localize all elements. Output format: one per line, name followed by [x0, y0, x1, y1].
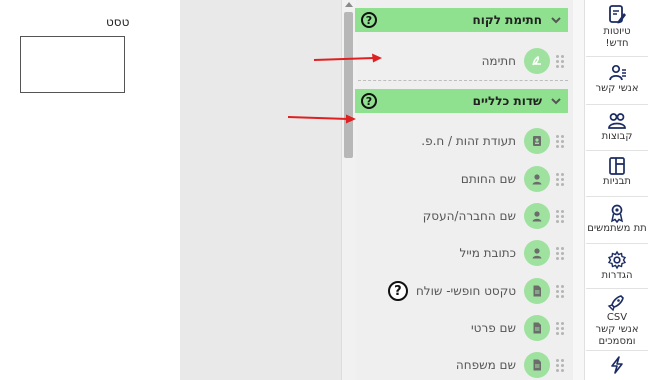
document-icon [524, 278, 550, 304]
drag-handle-icon[interactable] [556, 282, 564, 300]
palette-item-id-number[interactable]: תעודת זהות / ח.פ. [360, 126, 564, 156]
sidebar-item-csv-import[interactable]: CSV אנשי קשר ומסמכים [584, 294, 650, 348]
item-label: כתובת מייל [459, 246, 516, 260]
sidebar-item-groups[interactable]: קבוצות [584, 111, 650, 143]
sidebar-label: הגדרות [601, 270, 633, 281]
sidebar-item-automation[interactable] [584, 356, 650, 374]
scrollbar-thumb[interactable] [344, 12, 353, 158]
help-icon[interactable]: ? [361, 93, 377, 109]
sidebar-divider [586, 104, 648, 105]
groups-icon [608, 113, 626, 129]
item-label: טקסט חופשי- שולח [415, 284, 516, 298]
person-icon [524, 166, 550, 192]
sidebar-label-csv: CSV [606, 312, 628, 323]
sidebar-label: ומסמכים [598, 336, 636, 347]
drag-handle-icon[interactable] [556, 170, 564, 188]
placed-field-box[interactable] [20, 36, 125, 93]
sidebar-divider [586, 243, 648, 244]
document-icon [524, 352, 550, 378]
section-title: חתימת לקוח [472, 13, 543, 27]
item-label: שם החותם [460, 172, 516, 186]
section-divider [358, 80, 568, 81]
sidebar-divider [586, 196, 648, 197]
section-header-client-signature[interactable]: חתימת לקוח ? [355, 8, 568, 32]
palette-item-first-name[interactable]: שם פרטי [360, 313, 564, 343]
palette-item-signer-name[interactable]: שם החותם [360, 164, 564, 194]
scroll-up-arrow-icon[interactable] [345, 2, 353, 7]
drag-handle-icon[interactable] [556, 207, 564, 225]
sidebar-divider [586, 150, 648, 151]
sidebar-label: קבוצות [601, 131, 633, 142]
sidebar-divider [586, 288, 648, 289]
item-label: שם החברה/העסק [422, 209, 516, 223]
id-card-icon [524, 128, 550, 154]
sidebar-item-templates[interactable]: תבניות [584, 156, 650, 188]
document-icon [524, 315, 550, 341]
sidebar-item-settings[interactable]: הגדרות [584, 250, 650, 282]
section-title: שדות כלליים [472, 94, 542, 108]
contacts-icon [609, 64, 626, 81]
person-icon [524, 203, 550, 229]
palette-item-signature[interactable]: חתימה [360, 46, 564, 76]
drag-handle-icon[interactable] [556, 356, 564, 374]
sidebar-divider [586, 350, 648, 351]
drafts-icon [609, 5, 626, 24]
sub-users-icon [610, 204, 624, 223]
section-header-general-fields[interactable]: שדות כלליים ? [355, 89, 568, 113]
person-icon [524, 240, 550, 266]
item-label: שם משפחה [455, 358, 516, 372]
palette-item-company-name[interactable]: שם החברה/העסק [360, 201, 564, 231]
sidebar-label-new: חדש! [605, 38, 629, 49]
drag-handle-icon[interactable] [556, 52, 564, 70]
item-label: שם פרטי [470, 321, 516, 335]
drag-handle-icon[interactable] [556, 132, 564, 150]
sidebar-item-drafts[interactable]: טיוטות חדש! [584, 4, 650, 50]
chevron-down-icon [551, 98, 561, 105]
templates-icon [609, 157, 625, 175]
sidebar-divider [586, 56, 648, 57]
chevron-down-icon [551, 17, 561, 24]
sidebar-item-contacts[interactable]: אנשי קשר [584, 63, 650, 95]
help-icon[interactable]: ? [361, 12, 377, 28]
panel-gutter [573, 0, 584, 380]
sidebar-label: תת משתמשים [587, 223, 647, 234]
sidebar-label: אנשי קשר [595, 83, 639, 94]
drag-handle-icon[interactable] [556, 244, 564, 262]
palette-item-free-text[interactable]: טקסט חופשי- שולח ? [360, 276, 564, 306]
lightning-icon [611, 356, 623, 374]
drag-handle-icon[interactable] [556, 319, 564, 337]
document-canvas[interactable]: טסט [0, 0, 180, 380]
sidebar-label: אנשי קשר [595, 324, 639, 335]
palette-item-email[interactable]: כתובת מייל [360, 238, 564, 268]
palette-item-last-name[interactable]: שם משפחה [360, 350, 564, 380]
sidebar-item-sub-users[interactable]: תת משתמשים [584, 203, 650, 235]
sidebar-label: תבניות [603, 176, 631, 187]
signature-icon [524, 48, 550, 74]
field-label: טסט [106, 15, 130, 29]
sidebar-label: טיוטות [603, 26, 631, 37]
csv-rocket-icon [607, 295, 624, 312]
item-label: תעודת זהות / ח.פ. [421, 134, 516, 148]
item-label: חתימה [481, 54, 516, 68]
settings-icon [607, 250, 627, 270]
annotation-arrow-icon [313, 53, 382, 63]
annotation-arrow-icon [287, 114, 356, 124]
help-icon[interactable]: ? [387, 281, 408, 301]
